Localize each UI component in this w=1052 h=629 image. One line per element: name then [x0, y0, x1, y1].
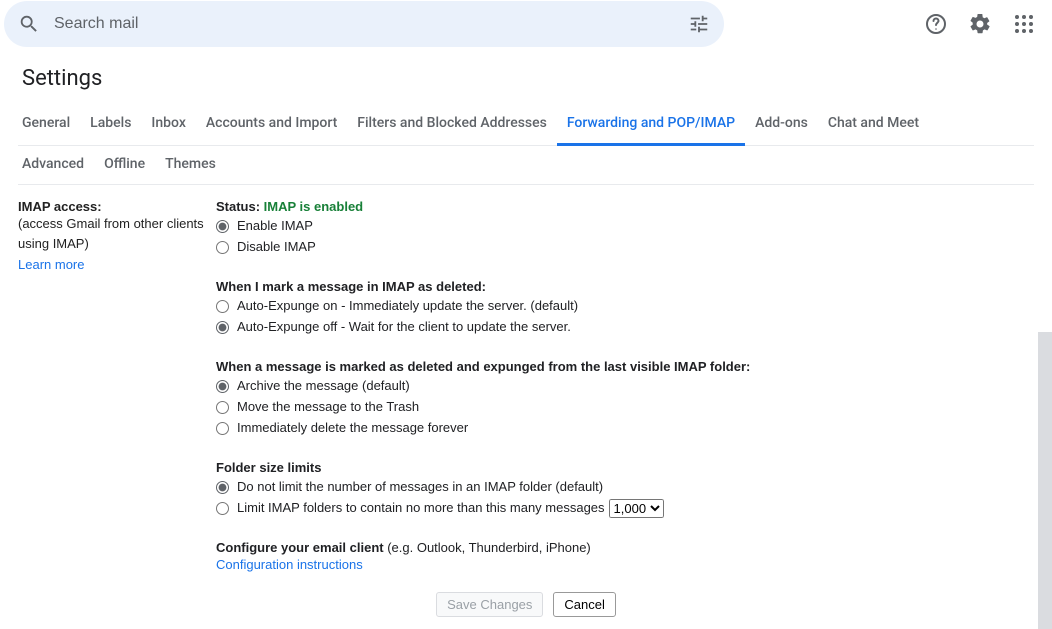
settings-tabs: General Labels Inbox Accounts and Import…	[18, 105, 1034, 146]
configure-client-line: Configure your email client (e.g. Outloo…	[216, 540, 1034, 555]
settings-content: Settings General Labels Inbox Accounts a…	[0, 48, 1052, 627]
scrollbar-thumb[interactable]	[1038, 332, 1052, 629]
auto-expunge-on-option[interactable]: Auto-Expunge on - Immediately update the…	[216, 296, 1034, 316]
settings-tabs-row2: Advanced Offline Themes	[18, 146, 1034, 185]
disable-imap-label: Disable IMAP	[237, 237, 316, 257]
tab-offline[interactable]: Offline	[94, 146, 155, 184]
archive-radio[interactable]	[216, 380, 229, 393]
limit-option[interactable]: Limit IMAP folders to contain no more th…	[216, 498, 1034, 518]
trash-radio[interactable]	[216, 401, 229, 414]
configure-client-bold: Configure your email client	[216, 540, 384, 555]
limit-radio[interactable]	[216, 502, 229, 515]
save-changes-button[interactable]: Save Changes	[436, 592, 543, 617]
status-value: IMAP is enabled	[264, 199, 363, 214]
tab-accounts-import[interactable]: Accounts and Import	[196, 105, 347, 145]
expunged-group-head: When a message is marked as deleted and …	[216, 359, 1034, 374]
deleted-group-head: When I mark a message in IMAP as deleted…	[216, 279, 1034, 294]
imap-status-line: Status: IMAP is enabled	[216, 199, 1034, 214]
imap-access-subtitle: (access Gmail from other clients using I…	[18, 214, 208, 253]
tab-themes[interactable]: Themes	[155, 146, 226, 184]
button-row: Save Changes Cancel	[18, 592, 1034, 627]
delete-forever-label: Immediately delete the message forever	[237, 418, 468, 438]
limit-select[interactable]: 1,000	[609, 499, 664, 518]
trash-label: Move the message to the Trash	[237, 397, 419, 417]
scrollbar[interactable]	[1038, 332, 1052, 629]
disable-imap-radio[interactable]	[216, 241, 229, 254]
settings-body: IMAP access: (access Gmail from other cl…	[18, 185, 1034, 572]
no-limit-option[interactable]: Do not limit the number of messages in a…	[216, 477, 1034, 497]
tab-addons[interactable]: Add-ons	[745, 105, 818, 145]
apps-button[interactable]	[1004, 4, 1044, 44]
tab-inbox[interactable]: Inbox	[141, 105, 195, 145]
imap-access-title: IMAP access:	[18, 199, 208, 214]
enable-imap-option[interactable]: Enable IMAP	[216, 216, 1034, 236]
auto-expunge-off-radio[interactable]	[216, 321, 229, 334]
tune-icon[interactable]	[688, 13, 710, 35]
enable-imap-label: Enable IMAP	[237, 216, 313, 236]
imap-settings-col: Status: IMAP is enabled Enable IMAP Disa…	[216, 199, 1034, 572]
delete-forever-option[interactable]: Immediately delete the message forever	[216, 418, 1034, 438]
configure-client-rest: (e.g. Outlook, Thunderbird, iPhone)	[384, 540, 591, 555]
tab-filters-blocked[interactable]: Filters and Blocked Addresses	[347, 105, 557, 145]
settings-button[interactable]	[960, 4, 1000, 44]
search-bar[interactable]	[4, 1, 724, 47]
enable-imap-radio[interactable]	[216, 220, 229, 233]
top-bar	[0, 0, 1052, 48]
delete-forever-radio[interactable]	[216, 422, 229, 435]
learn-more-link[interactable]: Learn more	[18, 257, 84, 272]
cancel-button[interactable]: Cancel	[553, 592, 615, 617]
auto-expunge-on-label: Auto-Expunge on - Immediately update the…	[237, 296, 578, 316]
auto-expunge-off-option[interactable]: Auto-Expunge off - Wait for the client t…	[216, 317, 1034, 337]
help-icon	[924, 12, 948, 36]
gear-icon	[968, 12, 992, 36]
configuration-instructions-link[interactable]: Configuration instructions	[216, 557, 363, 572]
folder-limits-head: Folder size limits	[216, 460, 1034, 475]
archive-label: Archive the message (default)	[237, 376, 410, 396]
no-limit-label: Do not limit the number of messages in a…	[237, 477, 603, 497]
tab-general[interactable]: General	[18, 105, 80, 145]
tab-chat-meet[interactable]: Chat and Meet	[818, 105, 929, 145]
search-input[interactable]	[54, 15, 688, 33]
status-label: Status:	[216, 199, 264, 214]
auto-expunge-on-radio[interactable]	[216, 300, 229, 313]
auto-expunge-off-label: Auto-Expunge off - Wait for the client t…	[237, 317, 571, 337]
archive-option[interactable]: Archive the message (default)	[216, 376, 1034, 396]
tab-labels[interactable]: Labels	[80, 105, 141, 145]
page-title: Settings	[22, 66, 1034, 91]
disable-imap-option[interactable]: Disable IMAP	[216, 237, 1034, 257]
tab-forwarding-pop-imap[interactable]: Forwarding and POP/IMAP	[557, 105, 745, 146]
help-button[interactable]	[916, 4, 956, 44]
apps-icon	[1012, 12, 1036, 36]
no-limit-radio[interactable]	[216, 481, 229, 494]
trash-option[interactable]: Move the message to the Trash	[216, 397, 1034, 417]
imap-access-label-col: IMAP access: (access Gmail from other cl…	[18, 199, 216, 572]
tab-advanced[interactable]: Advanced	[18, 146, 94, 184]
search-icon	[18, 13, 40, 35]
limit-label: Limit IMAP folders to contain no more th…	[237, 498, 605, 518]
